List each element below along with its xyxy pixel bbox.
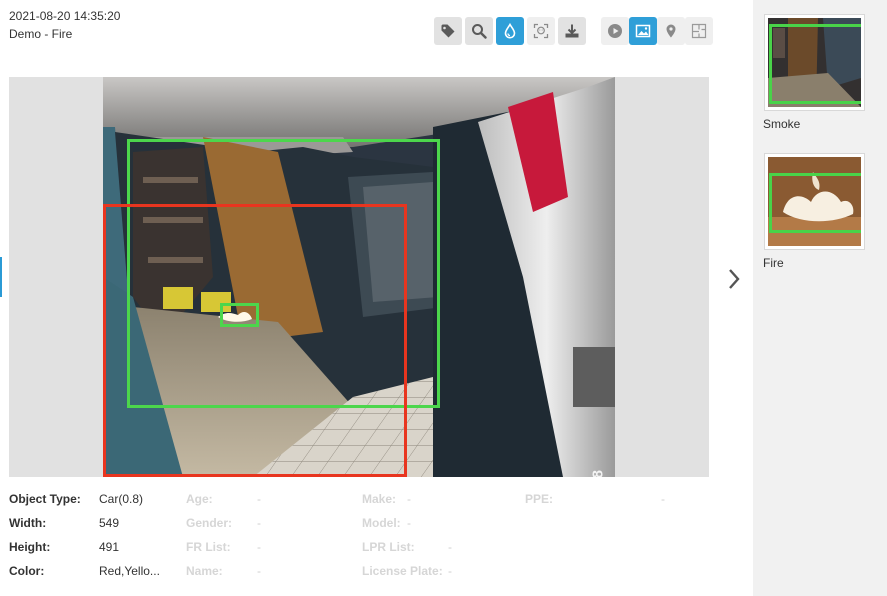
image-button[interactable] — [629, 17, 657, 45]
detail-value-age: - — [257, 492, 261, 506]
thumbnail-box-fire — [769, 173, 861, 233]
detail-label-gender: Gender: — [186, 516, 233, 530]
viewer-edge-indicator — [0, 257, 2, 297]
detail-label-height: Height: — [9, 540, 51, 554]
play-button[interactable] — [601, 17, 629, 45]
detail-value-height: 491 — [99, 540, 120, 554]
detail-label-width: Width: — [9, 516, 47, 530]
download-button[interactable] — [558, 17, 586, 45]
detail-label-age: Age: — [186, 492, 213, 506]
detection-thumbnails-panel: Smoke Fire — [753, 0, 887, 596]
download-icon — [565, 24, 579, 38]
tag-button[interactable] — [434, 17, 462, 45]
detail-value-width: 549 — [99, 516, 120, 530]
detail-value-color: Red,Yello... — [99, 564, 160, 578]
detail-value-lpr-list: - — [448, 540, 452, 554]
floorplan-button[interactable] — [685, 17, 713, 45]
face-scan-icon — [533, 23, 549, 39]
detail-label-fr-list: FR List: — [186, 540, 231, 554]
zoom-icon — [472, 24, 487, 39]
image-viewer: CAM 8 — [9, 77, 709, 477]
detail-label-name: Name: — [186, 564, 223, 578]
thumbnail-image-smoke — [768, 18, 861, 107]
drop-button[interactable] — [496, 17, 524, 45]
chevron-right-icon — [729, 269, 740, 289]
detail-label-license-plate: License Plate: — [362, 564, 443, 578]
detail-value-ppe: - — [661, 492, 665, 506]
thumbnail-label-fire: Fire — [763, 256, 784, 270]
image-icon — [635, 24, 651, 38]
detail-label-ppe: PPE: — [525, 492, 554, 506]
detail-value-model: - — [407, 516, 411, 530]
location-pin-icon — [666, 24, 676, 38]
camera-frame: CAM 8 — [103, 77, 615, 477]
detail-value-name: - — [257, 564, 261, 578]
detail-label-model: Model: — [362, 516, 401, 530]
zoom-button[interactable] — [465, 17, 493, 45]
thumbnail-label-smoke: Smoke — [763, 117, 801, 131]
object-details: Object Type: Car(0.8) Width: 549 Height:… — [9, 490, 709, 590]
detail-value-fr-list: - — [257, 540, 261, 554]
camera-label: CAM 8 — [590, 469, 607, 477]
detail-value-make: - — [407, 492, 411, 506]
detail-label-lpr-list: LPR List: — [362, 540, 415, 554]
detail-label-make: Make: — [362, 492, 397, 506]
detection-box-red[interactable] — [103, 204, 407, 477]
event-timestamp: 2021-08-20 14:35:20 — [9, 9, 121, 23]
tag-icon — [441, 24, 455, 38]
drop-icon — [504, 23, 516, 39]
floorplan-icon — [691, 23, 707, 39]
detail-value-license-plate: - — [448, 564, 452, 578]
thumbnail-box-smoke — [769, 24, 861, 104]
next-event-button[interactable] — [724, 266, 744, 292]
detail-label-object-type: Object Type: — [9, 492, 81, 506]
face-scan-button[interactable] — [527, 17, 555, 45]
detail-value-gender: - — [257, 516, 261, 530]
detection-box-green-small[interactable] — [220, 303, 259, 327]
detail-label-color: Color: — [9, 564, 45, 578]
play-icon — [608, 24, 622, 38]
location-button[interactable] — [657, 17, 685, 45]
thumbnail-smoke[interactable] — [764, 14, 865, 111]
detail-value-object-type: Car(0.8) — [99, 492, 144, 506]
thumbnail-image-fire — [768, 157, 861, 246]
event-title: Demo - Fire — [9, 27, 73, 41]
thumbnail-fire[interactable] — [764, 153, 865, 250]
event-viewer: 2021-08-20 14:35:20 Demo - Fire Smoke Fi… — [0, 0, 887, 596]
